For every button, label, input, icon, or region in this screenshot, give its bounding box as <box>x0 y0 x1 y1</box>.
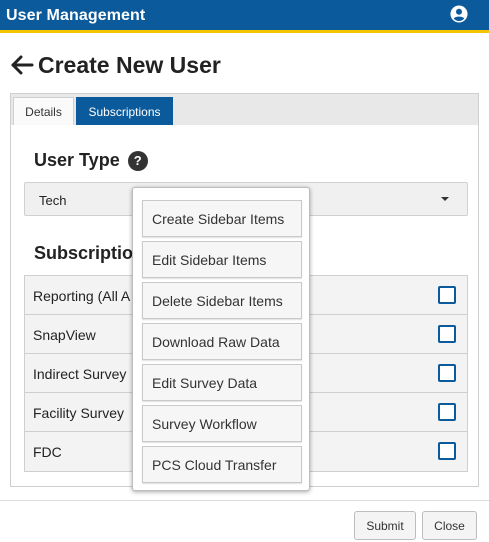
menu-item-delete-sidebar-items[interactable]: Delete Sidebar Items <box>142 282 302 319</box>
subscription-checkbox[interactable] <box>438 325 456 343</box>
user-type-dropdown-menu: Create Sidebar Items Edit Sidebar Items … <box>132 187 310 491</box>
submit-button[interactable]: Submit <box>354 511 416 540</box>
menu-item-pcs-cloud-transfer[interactable]: PCS Cloud Transfer <box>142 446 302 483</box>
subscriptions-heading: Subscriptio <box>34 243 134 263</box>
menu-item-edit-sidebar-items[interactable]: Edit Sidebar Items <box>142 241 302 278</box>
tab-details[interactable]: Details <box>13 97 74 126</box>
app-header: User Management <box>0 0 489 33</box>
menu-item-survey-workflow[interactable]: Survey Workflow <box>142 405 302 442</box>
subscription-label: SnapView <box>33 327 96 343</box>
footer-divider <box>0 500 489 501</box>
account-circle-icon[interactable] <box>450 5 468 23</box>
subscription-label: Reporting (All A <box>33 288 131 304</box>
tab-bar: Details Subscriptions <box>10 93 479 126</box>
arrow-left-icon[interactable] <box>10 54 34 76</box>
menu-item-edit-survey-data[interactable]: Edit Survey Data <box>142 364 302 401</box>
app-title: User Management <box>6 7 146 24</box>
help-icon[interactable]: ? <box>127 150 148 171</box>
menu-item-create-sidebar-items[interactable]: Create Sidebar Items <box>142 200 302 237</box>
subscription-label: FDC <box>33 444 62 460</box>
user-type-label: User Type <box>34 150 120 170</box>
user-type-heading: User Type ? <box>34 150 148 171</box>
page-title: Create New User <box>38 51 221 78</box>
page-title-row: Create New User <box>10 50 221 80</box>
subscription-checkbox[interactable] <box>438 364 456 382</box>
subscription-checkbox[interactable] <box>438 442 456 460</box>
close-button[interactable]: Close <box>422 511 477 540</box>
subscription-checkbox[interactable] <box>438 403 456 421</box>
chevron-down-icon <box>441 197 449 201</box>
subscription-label: Indirect Survey <box>33 366 127 382</box>
user-type-value: Tech <box>39 193 67 208</box>
subscription-checkbox[interactable] <box>438 286 456 304</box>
subscription-label: Facility Survey <box>33 405 125 421</box>
menu-item-download-raw-data[interactable]: Download Raw Data <box>142 323 302 360</box>
tab-subscriptions[interactable]: Subscriptions <box>76 97 173 126</box>
